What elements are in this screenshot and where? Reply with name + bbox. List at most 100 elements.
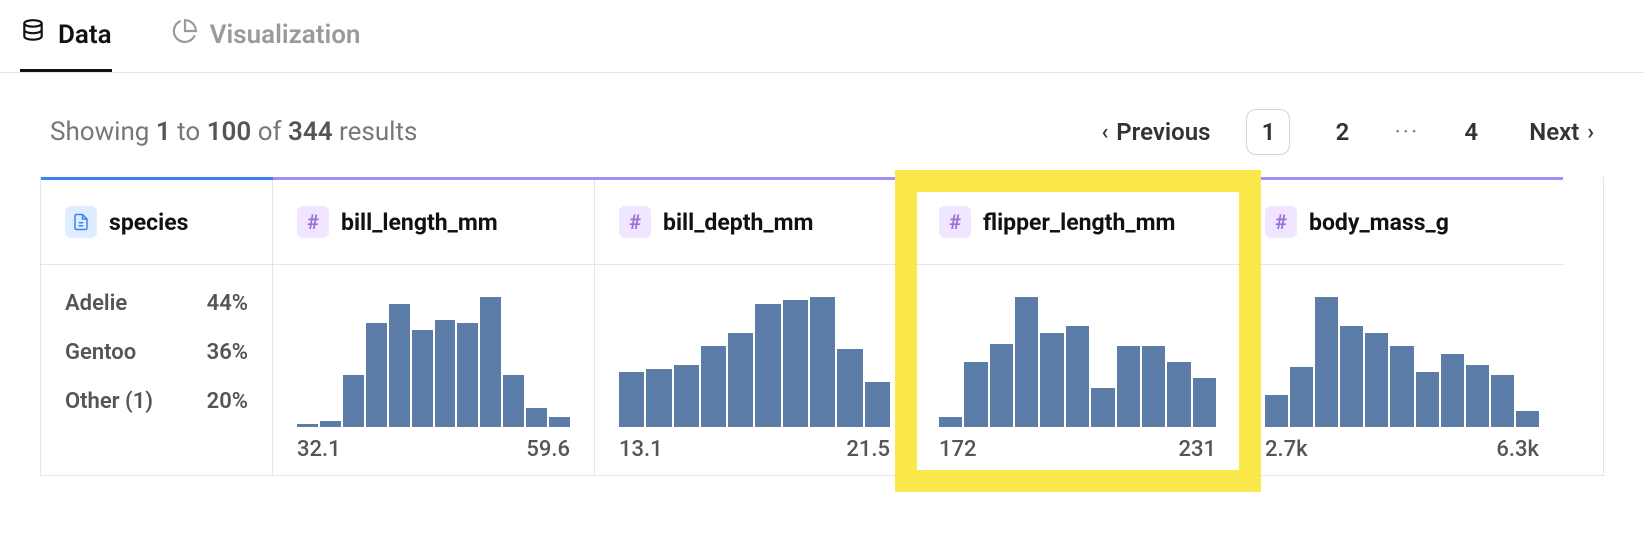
toolbar: Showing 1 to 100 of 344 results ‹ Previo… <box>0 73 1644 177</box>
category-label: Adelie <box>65 291 127 316</box>
histogram-bar <box>810 297 835 427</box>
histogram-bar <box>1066 326 1089 427</box>
data-table: species Adelie 44% Gentoo36% Other (1)20% # bi… <box>40 177 1604 476</box>
histogram-bar <box>1466 365 1489 427</box>
histogram-bar <box>549 417 570 427</box>
histogram-bar <box>674 365 699 427</box>
category-label: Gentoo <box>65 340 136 365</box>
histogram-bar <box>412 330 433 428</box>
histogram-bar <box>1390 346 1413 427</box>
range-labels: 172 231 <box>939 437 1216 462</box>
histogram-bar <box>1015 297 1038 427</box>
results-summary: Showing 1 to 100 of 344 results <box>50 117 417 147</box>
histogram-bar <box>435 320 456 427</box>
column: # bill_depth_mm 13.1 21.5 <box>595 180 915 475</box>
histogram-bar <box>503 375 524 427</box>
range-max: 21.5 <box>846 437 890 462</box>
tab-data-label: Data <box>58 20 112 50</box>
category-row: Gentoo36% <box>65 340 248 365</box>
column-name: body_mass_g <box>1309 209 1449 236</box>
category-row: Other (1)20% <box>65 389 248 414</box>
range-labels: 32.159.6 <box>297 437 570 462</box>
histogram-bar <box>1441 354 1464 427</box>
histogram-bar <box>480 297 501 427</box>
column-header[interactable]: # body_mass_g <box>1241 180 1563 265</box>
histogram-bar <box>646 369 671 428</box>
histogram-bar <box>1365 333 1388 427</box>
histogram-bar <box>990 344 1013 427</box>
histogram <box>1265 297 1539 427</box>
number-type-icon: # <box>1265 206 1297 238</box>
histogram-bar <box>526 408 547 428</box>
range-min: 32.1 <box>297 437 341 462</box>
number-type-icon: # <box>297 206 329 238</box>
histogram-bar <box>1091 388 1114 427</box>
histogram-bar <box>783 300 808 427</box>
text-type-icon <box>65 206 97 238</box>
pie-chart-icon <box>172 18 198 51</box>
range-min: 172 <box>939 437 977 462</box>
column-name: bill_length_mm <box>341 209 498 236</box>
range-max: 6.3k <box>1496 437 1539 462</box>
histogram-bar <box>1290 367 1313 427</box>
range-min: 13.1 <box>619 437 663 462</box>
histogram-bar <box>343 375 364 427</box>
tab-data[interactable]: Data <box>20 18 112 72</box>
range-min: 2.7k <box>1265 437 1308 462</box>
histogram-bar <box>865 382 890 428</box>
column: # bill_length_mm 32.159.6 <box>273 180 595 475</box>
range-max: 231 <box>1178 437 1216 462</box>
category-percent: 20% <box>207 389 248 414</box>
column-summary: 2.7k 6.3k <box>1241 265 1563 475</box>
column-header[interactable]: # bill_depth_mm <box>595 180 914 265</box>
tab-visualization[interactable]: Visualization <box>172 18 361 72</box>
histogram-bar <box>1265 395 1288 428</box>
histogram-bar <box>1340 326 1363 427</box>
range-labels: 13.1 21.5 <box>619 437 890 462</box>
column-summary: 13.1 21.5 <box>595 265 914 475</box>
database-icon <box>20 18 46 51</box>
histogram-bar <box>619 372 644 427</box>
histogram-bar <box>457 323 478 427</box>
histogram-bar <box>964 362 987 427</box>
histogram-bar <box>389 304 410 428</box>
histogram <box>297 297 570 427</box>
page-numbers: 12 ··· 4 <box>1246 109 1493 155</box>
page-number[interactable]: 4 <box>1449 110 1493 154</box>
histogram-bar <box>297 424 318 427</box>
column-header[interactable]: # bill_length_mm <box>273 180 594 265</box>
column-name: species <box>109 209 188 236</box>
histogram-bar <box>728 333 753 427</box>
histogram-bar <box>1315 297 1338 427</box>
histogram-bar <box>939 417 962 427</box>
range-labels: 2.7k 6.3k <box>1265 437 1539 462</box>
histogram-bar <box>837 349 862 427</box>
histogram <box>939 297 1216 427</box>
column-header[interactable]: #flipper_length_mm <box>915 180 1240 265</box>
column-name: bill_depth_mm <box>663 209 813 236</box>
column: species Adelie 44% Gentoo36% Other (1)20% <box>41 180 273 475</box>
column-summary: 32.159.6 <box>273 265 594 475</box>
chevron-right-icon: › <box>1587 120 1594 145</box>
column-header[interactable]: species <box>41 180 272 265</box>
histogram <box>619 297 890 427</box>
number-type-icon: # <box>619 206 651 238</box>
column: # body_mass_g 2.7k 6.3k <box>1241 180 1563 475</box>
page-number[interactable]: 2 <box>1320 110 1364 154</box>
number-type-icon: # <box>939 206 971 238</box>
category-percent: 44% <box>207 291 248 316</box>
column-summary: 172 231 <box>915 265 1240 475</box>
previous-button[interactable]: ‹ Previous <box>1101 118 1210 146</box>
chevron-left-icon: ‹ <box>1101 120 1108 145</box>
histogram-bar <box>755 304 780 428</box>
histogram-bar <box>1142 346 1165 427</box>
next-button[interactable]: Next › <box>1529 118 1594 146</box>
histogram-bar <box>320 421 341 428</box>
histogram-bar <box>1491 375 1514 427</box>
columns-row: species Adelie 44% Gentoo36% Other (1)20% # bi… <box>41 180 1603 475</box>
histogram-bar <box>1516 411 1539 427</box>
pagination-ellipsis: ··· <box>1394 118 1419 146</box>
histogram-bar <box>1040 333 1063 427</box>
tab-visualization-label: Visualization <box>210 20 361 50</box>
page-number[interactable]: 1 <box>1246 109 1290 155</box>
